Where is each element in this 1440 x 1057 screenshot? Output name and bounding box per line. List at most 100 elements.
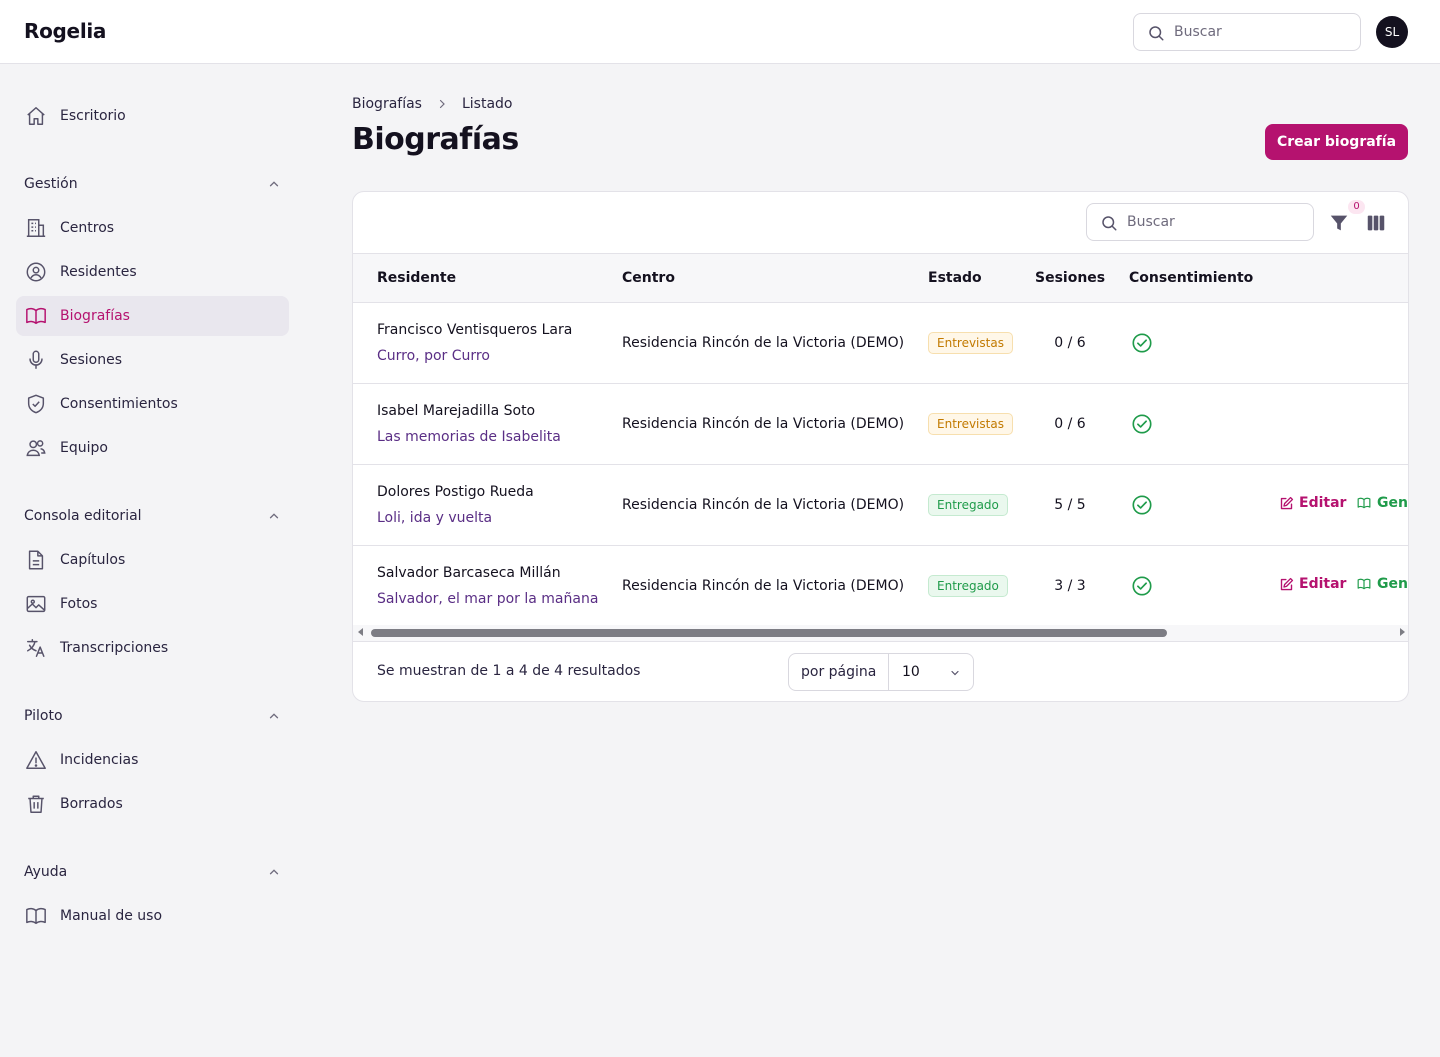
edit-label: Editar: [1299, 576, 1347, 592]
group-label: Gestión: [24, 176, 78, 192]
sidebar-item-manual-de-uso[interactable]: Manual de uso: [16, 896, 289, 936]
status-badge: Entrevistas: [928, 332, 1013, 354]
edit-icon: [1280, 577, 1294, 590]
edit-button[interactable]: Editar: [1279, 495, 1346, 511]
user-circle-icon: [24, 260, 48, 284]
per-page-label: por página: [789, 654, 889, 690]
column-header-consentimiento[interactable]: Consentimiento: [1129, 270, 1253, 286]
sidebar-item-residentes[interactable]: Residentes: [16, 252, 289, 292]
table-row[interactable]: Dolores Postigo Rueda Loli, ida y vuelta…: [353, 465, 1408, 546]
sidebar-item-transcripciones[interactable]: Transcripciones: [16, 628, 289, 668]
group-piloto[interactable]: Piloto: [24, 704, 281, 728]
table-search-input[interactable]: [1127, 212, 1302, 232]
document-icon: [24, 548, 48, 572]
chevron-down-icon: [951, 670, 959, 676]
chevron-up-icon: [269, 869, 279, 875]
biography-title-link[interactable]: Salvador, el mar por la mañana: [377, 591, 598, 607]
biographies-table-card: 0 Residente Centro Estado Sesiones Conse…: [352, 191, 1409, 702]
filter-icon[interactable]: [1328, 212, 1350, 234]
resident-name: Dolores Postigo Rueda: [377, 484, 534, 500]
column-header-residente[interactable]: Residente: [377, 270, 456, 286]
columns-icon[interactable]: [1365, 212, 1387, 234]
chevron-up-icon: [269, 181, 279, 187]
chevron-up-icon: [269, 713, 279, 719]
biography-title-link[interactable]: Las memorias de Isabelita: [377, 429, 561, 445]
sidebar-item-fotos[interactable]: Fotos: [16, 584, 289, 624]
breadcrumb-current: Listado: [461, 96, 513, 112]
per-page-value: 10: [902, 664, 920, 680]
sidebar-item-borrados[interactable]: Borrados: [16, 784, 289, 824]
table-row[interactable]: Isabel Marejadilla Soto Las memorias de …: [353, 384, 1408, 465]
sessions-count: 3 / 3: [1054, 578, 1086, 594]
generate-button[interactable]: Gen: [1357, 576, 1408, 592]
sidebar-item-capitulos[interactable]: Capítulos: [16, 540, 289, 580]
edit-button[interactable]: Editar: [1279, 576, 1346, 592]
resident-name: Salvador Barcaseca Millán: [377, 565, 561, 581]
group-gestion[interactable]: Gestión: [24, 172, 281, 196]
sidebar-item-label: Capítulos: [60, 552, 126, 568]
sidebar-item-label: Fotos: [60, 596, 98, 612]
book-open-icon: [24, 304, 48, 328]
generate-label: Gen: [1377, 576, 1408, 592]
edit-label: Editar: [1299, 495, 1347, 511]
sidebar-item-label: Centros: [60, 220, 115, 236]
per-page-select[interactable]: 10: [889, 654, 973, 690]
book-open-icon: [24, 904, 48, 928]
chevron-right-icon: [436, 98, 448, 110]
sidebar-item-biografias[interactable]: Biografías: [16, 296, 289, 336]
sidebar-item-label: Escritorio: [60, 108, 126, 124]
page-title: Biografías: [352, 122, 519, 157]
sessions-count: 0 / 6: [1054, 335, 1086, 351]
horizontal-scrollbar[interactable]: [353, 625, 1408, 641]
create-biography-button[interactable]: Crear biografía: [1265, 124, 1408, 160]
sidebar-item-equipo[interactable]: Equipo: [16, 428, 289, 468]
table-row[interactable]: Francisco Ventisqueros Lara Curro, por C…: [353, 303, 1408, 384]
generate-button[interactable]: Gen: [1357, 495, 1408, 511]
per-page-control: por página 10: [788, 653, 974, 691]
group-label: Consola editorial: [24, 508, 142, 524]
group-ayuda[interactable]: Ayuda: [24, 860, 281, 884]
sidebar-item-label: Biografías: [60, 308, 130, 324]
sessions-count: 0 / 6: [1054, 416, 1086, 432]
user-avatar[interactable]: SL: [1376, 16, 1408, 48]
global-search[interactable]: [1133, 13, 1361, 51]
status-badge: Entrevistas: [928, 413, 1013, 435]
status-badge: Entregado: [928, 575, 1008, 597]
group-consola-editorial[interactable]: Consola editorial: [24, 504, 281, 528]
check-circle-icon: [1132, 576, 1152, 596]
table-row[interactable]: Salvador Barcaseca Millán Salvador, el m…: [353, 546, 1408, 627]
shield-check-icon: [24, 392, 48, 416]
sidebar-item-incidencias[interactable]: Incidencias: [16, 740, 289, 780]
global-search-input[interactable]: [1174, 22, 1349, 42]
sidebar-item-sesiones[interactable]: Sesiones: [16, 340, 289, 380]
table-search[interactable]: [1086, 203, 1314, 241]
centro-cell: Residencia Rincón de la Victoria (DEMO): [622, 416, 905, 432]
brand-logo[interactable]: Rogelia: [24, 19, 106, 43]
resident-name: Isabel Marejadilla Soto: [377, 403, 536, 419]
biography-title-link[interactable]: Loli, ida y vuelta: [377, 510, 492, 526]
group-label: Ayuda: [24, 864, 68, 880]
warning-triangle-icon: [24, 748, 48, 772]
breadcrumb-root-link[interactable]: Biografías: [352, 96, 422, 112]
photo-icon: [24, 592, 48, 616]
scroll-right-arrow-icon[interactable]: [1400, 628, 1405, 636]
trash-icon: [24, 792, 48, 816]
sidebar-item-consentimientos[interactable]: Consentimientos: [16, 384, 289, 424]
column-header-sesiones[interactable]: Sesiones: [1035, 270, 1105, 286]
home-icon: [24, 104, 48, 128]
biography-title-link[interactable]: Curro, por Curro: [377, 348, 490, 364]
sessions-count: 5 / 5: [1054, 497, 1086, 513]
table-header: Residente Centro Estado Sesiones Consent…: [353, 253, 1408, 303]
sidebar-item-label: Incidencias: [60, 752, 139, 768]
translate-icon: [24, 636, 48, 660]
sidebar-item-centros[interactable]: Centros: [16, 208, 289, 248]
column-header-centro[interactable]: Centro: [622, 270, 675, 286]
top-bar: Rogelia SL: [0, 0, 1440, 64]
column-header-estado[interactable]: Estado: [928, 270, 982, 286]
chevron-up-icon: [269, 513, 279, 519]
scrollbar-thumb[interactable]: [371, 629, 1167, 637]
search-icon: [1149, 26, 1164, 41]
sidebar-item-label: Equipo: [60, 440, 108, 456]
scroll-left-arrow-icon[interactable]: [358, 628, 363, 636]
sidebar-item-escritorio[interactable]: Escritorio: [16, 96, 289, 136]
